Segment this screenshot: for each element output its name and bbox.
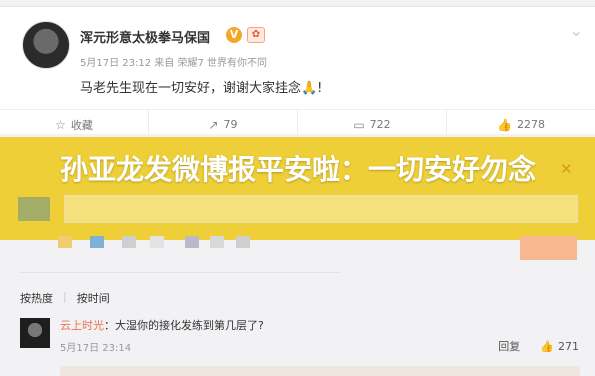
post-actions: ☆ 收藏 ↗ 79 ▭ 722 👍 2278: [0, 109, 595, 139]
comment-icon: ▭: [353, 117, 365, 132]
commenter-avatar[interactable]: [20, 318, 50, 348]
close-icon[interactable]: ✕: [560, 160, 573, 178]
comment-text-line: 云上时光：大湿你的接化发练到第几层了?: [60, 317, 264, 333]
chevron-down-icon[interactable]: ⌄: [570, 21, 583, 40]
comment-button[interactable]: ▭ 722: [298, 110, 447, 139]
like-icon: 👍: [497, 117, 512, 132]
weibo-page: 浑元形意太极拳马保国 V ✿ 5月17日 23:12 来自 荣耀7 世界有你不同…: [0, 0, 595, 376]
comment-input[interactable]: [64, 195, 578, 223]
divider: [20, 272, 340, 273]
tool-icon[interactable]: [185, 236, 199, 248]
sort-by-hot[interactable]: 按热度: [20, 290, 53, 306]
like-button[interactable]: 👍 2278: [447, 110, 595, 139]
verified-icon: V: [226, 27, 242, 43]
comment-like-button[interactable]: 👍 271: [540, 340, 579, 353]
image-icon[interactable]: [90, 236, 104, 248]
next-comment-preview: [60, 366, 580, 376]
post-content: 马老先生现在一切安好，谢谢大家挂念🙏!: [80, 81, 323, 96]
blurred-avatar: [18, 197, 50, 221]
share-icon: ↗: [208, 117, 219, 132]
share-count: 79: [223, 118, 238, 131]
comment-time: 5月17日 23:14: [60, 343, 132, 354]
sort-separator: |: [63, 290, 67, 303]
comment-count: 722: [369, 118, 391, 131]
member-badge-icon: ✿: [247, 27, 265, 43]
comment-actions: 回复 👍 271: [498, 338, 579, 354]
comment-sort: 按热度 | 按时间: [20, 290, 110, 306]
author-name[interactable]: 浑元形意太极拳马保国: [80, 27, 210, 46]
post-card: 浑元形意太极拳马保国 V ✿ 5月17日 23:12 来自 荣耀7 世界有你不同…: [0, 6, 595, 139]
comment-text: ：大湿你的接化发练到第几层了?: [104, 319, 264, 332]
share-button[interactable]: ↗ 79: [149, 110, 298, 139]
tool-icon[interactable]: [210, 236, 224, 248]
emoji-icon[interactable]: [58, 236, 72, 248]
favorite-button[interactable]: ☆ 收藏: [0, 110, 149, 139]
topic-icon[interactable]: [122, 236, 136, 248]
commenter-name[interactable]: 云上时光: [60, 319, 104, 332]
like-icon: 👍: [540, 339, 554, 353]
author-avatar[interactable]: [22, 21, 70, 69]
reply-button[interactable]: 回复: [498, 338, 520, 354]
tool-icon[interactable]: [236, 236, 250, 248]
sort-by-time[interactable]: 按时间: [77, 290, 110, 306]
headline-text: 孙亚龙发微博报平安啦：一切安好勿念: [59, 153, 536, 186]
submit-comment-button[interactable]: [520, 236, 577, 260]
comment-like-count: 271: [558, 339, 579, 353]
post-meta: 5月17日 23:12 来自 荣耀7 世界有你不同: [80, 58, 267, 69]
favorite-label: 收藏: [70, 118, 93, 132]
star-icon: ☆: [55, 117, 66, 132]
mention-icon[interactable]: [150, 236, 164, 248]
like-count: 2278: [516, 118, 545, 131]
